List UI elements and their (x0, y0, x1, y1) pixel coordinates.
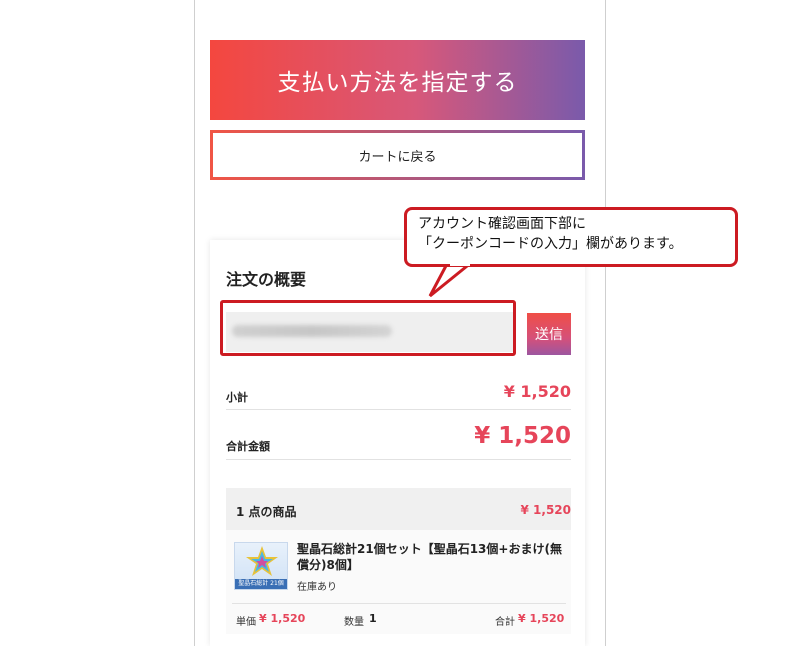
annotation-line-2: 「クーポンコードの入力」欄があります。 (418, 236, 683, 252)
callout-pointer-join (450, 262, 470, 266)
annotation-line-1: アカウント確認画面下部に (418, 216, 586, 232)
annotation-callout-text: アカウント確認画面下部に 「クーポンコードの入力」欄があります。 (418, 214, 683, 254)
